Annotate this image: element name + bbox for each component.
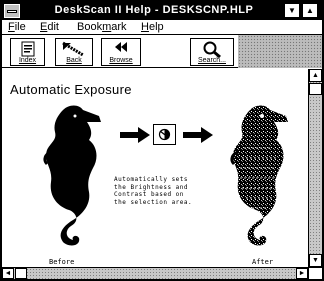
feature-description: Automatically sets the Brightness and Co… bbox=[114, 176, 193, 206]
menu-bookmark[interactable]: Bookmark bbox=[77, 21, 127, 33]
right-arrow-icon bbox=[120, 127, 150, 143]
index-button[interactable]: Index bbox=[10, 38, 45, 66]
scroll-down-button[interactable]: ▼ bbox=[309, 254, 322, 267]
right-arrow-icon bbox=[183, 127, 213, 143]
menu-bookmark-label-end: ark bbox=[111, 21, 127, 33]
horizontal-scroll-thumb[interactable] bbox=[15, 268, 27, 279]
window-title: DeskScan II Help - DESKSCNP.HLP bbox=[54, 4, 254, 16]
menu-file-label: ile bbox=[14, 21, 26, 33]
seahorse-before-image bbox=[43, 105, 101, 246]
minimize-button[interactable]: ▼ bbox=[284, 3, 300, 18]
menu-bookmark-label-start: Book bbox=[77, 21, 103, 33]
back-button[interactable]: Back bbox=[55, 38, 93, 66]
index-icon bbox=[21, 41, 34, 57]
back-arrow-icon bbox=[62, 41, 84, 57]
title-bar[interactable]: DeskScan II Help - DESKSCNP.HLP ▼ ▲ bbox=[2, 2, 322, 20]
scroll-left-button[interactable]: ◄ bbox=[2, 268, 14, 279]
back-label: Back bbox=[66, 57, 82, 64]
menu-bar: File Edit Bookmark Help bbox=[2, 20, 322, 35]
system-menu-icon bbox=[7, 10, 17, 13]
help-window: DeskScan II Help - DESKSCNP.HLP ▼ ▲ File… bbox=[0, 0, 324, 281]
after-label: After bbox=[252, 258, 274, 266]
menu-edit[interactable]: Edit bbox=[40, 21, 59, 33]
index-label: Index bbox=[18, 57, 37, 64]
horizontal-scrollbar[interactable]: ◄ ► bbox=[2, 267, 308, 279]
vertical-scroll-thumb[interactable] bbox=[309, 83, 322, 95]
help-content: Automatic Exposure Automatically sets th… bbox=[2, 69, 308, 267]
vertical-scrollbar[interactable]: ▲ ▼ bbox=[308, 69, 322, 267]
scroll-right-button[interactable]: ► bbox=[296, 268, 308, 279]
automatic-exposure-icon bbox=[153, 124, 176, 145]
maximize-button[interactable]: ▲ bbox=[302, 3, 318, 18]
page-title: Automatic Exposure bbox=[10, 82, 132, 97]
scroll-up-button[interactable]: ▲ bbox=[309, 69, 322, 82]
search-label: Search... bbox=[197, 57, 226, 64]
browse-label: Browse bbox=[109, 57, 133, 64]
magnifier-icon bbox=[203, 41, 221, 58]
size-grip bbox=[308, 267, 322, 279]
before-label: Before bbox=[49, 258, 75, 266]
toolbar: Index Back Browse Search... bbox=[2, 35, 322, 68]
menu-help[interactable]: Help bbox=[141, 21, 164, 33]
browse-button[interactable]: Browse bbox=[101, 38, 141, 66]
menu-edit-label: dit bbox=[47, 21, 59, 33]
system-menu-button[interactable] bbox=[4, 4, 20, 18]
browse-back-icon bbox=[115, 42, 127, 52]
menu-help-label: elp bbox=[148, 21, 164, 33]
menu-help-accel: H bbox=[141, 21, 149, 33]
menu-file-accel: F bbox=[8, 21, 15, 33]
toolbar-pattern bbox=[238, 35, 322, 68]
search-button[interactable]: Search... bbox=[190, 38, 234, 66]
seahorse-after-image bbox=[230, 105, 288, 246]
menu-bookmark-accel: m bbox=[102, 21, 112, 33]
menu-file[interactable]: File bbox=[8, 21, 26, 33]
